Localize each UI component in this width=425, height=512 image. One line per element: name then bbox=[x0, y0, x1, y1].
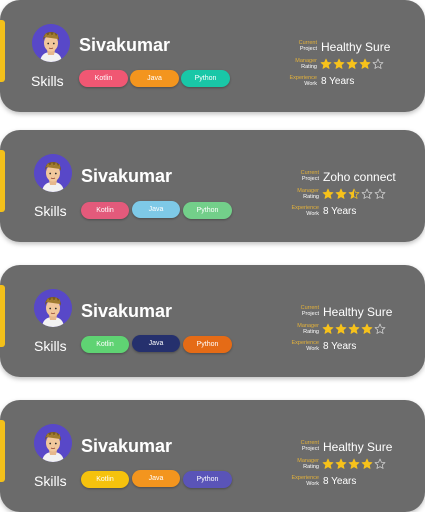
star-icon bbox=[335, 188, 347, 199]
star-icon bbox=[333, 58, 345, 69]
current-project-sublabel: Project bbox=[301, 176, 319, 182]
experience-sublabel: Work bbox=[306, 481, 319, 487]
skill-tag-python[interactable]: Python bbox=[181, 70, 230, 87]
accent-bar bbox=[0, 150, 5, 212]
star-icon bbox=[348, 458, 360, 469]
current-project-value: Healthy Sure bbox=[323, 440, 393, 454]
star-icon bbox=[374, 188, 386, 199]
manager-rating-sublabel: Rating bbox=[303, 194, 319, 200]
star-icon bbox=[372, 58, 384, 69]
star-icon bbox=[322, 323, 334, 334]
star-icon bbox=[335, 458, 347, 469]
accent-bar bbox=[0, 420, 5, 482]
manager-rating-sublabel: Rating bbox=[303, 464, 319, 470]
profile-card[interactable]: Sivakumar Skills Kotlin Java Python Curr… bbox=[0, 130, 425, 242]
profile-name: Sivakumar bbox=[81, 301, 173, 321]
skills-label: Skills bbox=[31, 73, 64, 89]
skill-tag-java[interactable]: Java bbox=[130, 70, 179, 87]
star-icon bbox=[374, 323, 386, 334]
star-icon bbox=[322, 188, 334, 199]
star-icon bbox=[348, 323, 360, 334]
current-project-sublabel: Project bbox=[301, 446, 319, 452]
profile-card[interactable]: Sivakumar Skills Kotlin Java Python Curr… bbox=[0, 400, 425, 512]
profile-name: Sivakumar bbox=[81, 436, 173, 456]
skill-tag-python[interactable]: Python bbox=[183, 471, 232, 488]
star-icon bbox=[322, 458, 334, 469]
current-project-value: Healthy Sure bbox=[323, 305, 393, 319]
rating-stars bbox=[322, 458, 386, 470]
skill-tag-python[interactable]: Python bbox=[183, 202, 232, 219]
skill-tag-python[interactable]: Python bbox=[183, 336, 232, 353]
skills-label: Skills bbox=[34, 338, 67, 354]
profile-name: Sivakumar bbox=[79, 35, 171, 55]
profile-card[interactable]: Sivakumar Skills Kotlin Java Python Curr… bbox=[0, 265, 425, 377]
avatar bbox=[32, 24, 70, 62]
experience-sublabel: Work bbox=[306, 211, 319, 217]
skill-tag-kotlin[interactable]: Kotlin bbox=[81, 471, 129, 488]
experience-sublabel: Work bbox=[304, 81, 317, 87]
current-project-value: Zoho connect bbox=[323, 170, 396, 184]
skills-label: Skills bbox=[34, 473, 67, 489]
star-icon bbox=[361, 458, 373, 469]
avatar bbox=[34, 424, 72, 462]
star-icon bbox=[335, 323, 347, 334]
star-icon bbox=[348, 188, 360, 199]
current-project-value: Healthy Sure bbox=[321, 40, 391, 54]
rating-stars bbox=[322, 323, 386, 335]
star-icon bbox=[359, 58, 371, 69]
skill-tag-kotlin[interactable]: Kotlin bbox=[81, 202, 129, 219]
star-icon bbox=[374, 458, 386, 469]
skill-tag-kotlin[interactable]: Kotlin bbox=[81, 336, 129, 353]
experience-value: 8 Years bbox=[321, 76, 355, 87]
manager-rating-sublabel: Rating bbox=[301, 64, 317, 70]
current-project-sublabel: Project bbox=[299, 46, 317, 52]
experience-value: 8 Years bbox=[323, 341, 357, 352]
manager-rating-sublabel: Rating bbox=[303, 329, 319, 335]
skill-tag-java[interactable]: Java bbox=[132, 470, 180, 487]
profile-name: Sivakumar bbox=[81, 166, 173, 186]
avatar bbox=[34, 289, 72, 327]
skill-tag-java[interactable]: Java bbox=[132, 335, 180, 352]
avatar bbox=[34, 154, 72, 192]
star-icon bbox=[346, 58, 358, 69]
star-icon bbox=[361, 323, 373, 334]
accent-bar bbox=[0, 20, 5, 82]
skill-tag-kotlin[interactable]: Kotlin bbox=[79, 70, 128, 87]
star-icon bbox=[361, 188, 373, 199]
experience-sublabel: Work bbox=[306, 346, 319, 352]
rating-stars bbox=[322, 188, 386, 200]
profile-card[interactable]: Sivakumar Skills Kotlin Java Python Curr… bbox=[0, 0, 425, 112]
current-project-sublabel: Project bbox=[301, 311, 319, 317]
star-icon bbox=[320, 58, 332, 69]
skills-label: Skills bbox=[34, 203, 67, 219]
experience-value: 8 Years bbox=[323, 206, 357, 217]
rating-stars bbox=[320, 58, 384, 70]
accent-bar bbox=[0, 285, 5, 347]
experience-value: 8 Years bbox=[323, 476, 357, 487]
skill-tag-java[interactable]: Java bbox=[132, 201, 180, 218]
